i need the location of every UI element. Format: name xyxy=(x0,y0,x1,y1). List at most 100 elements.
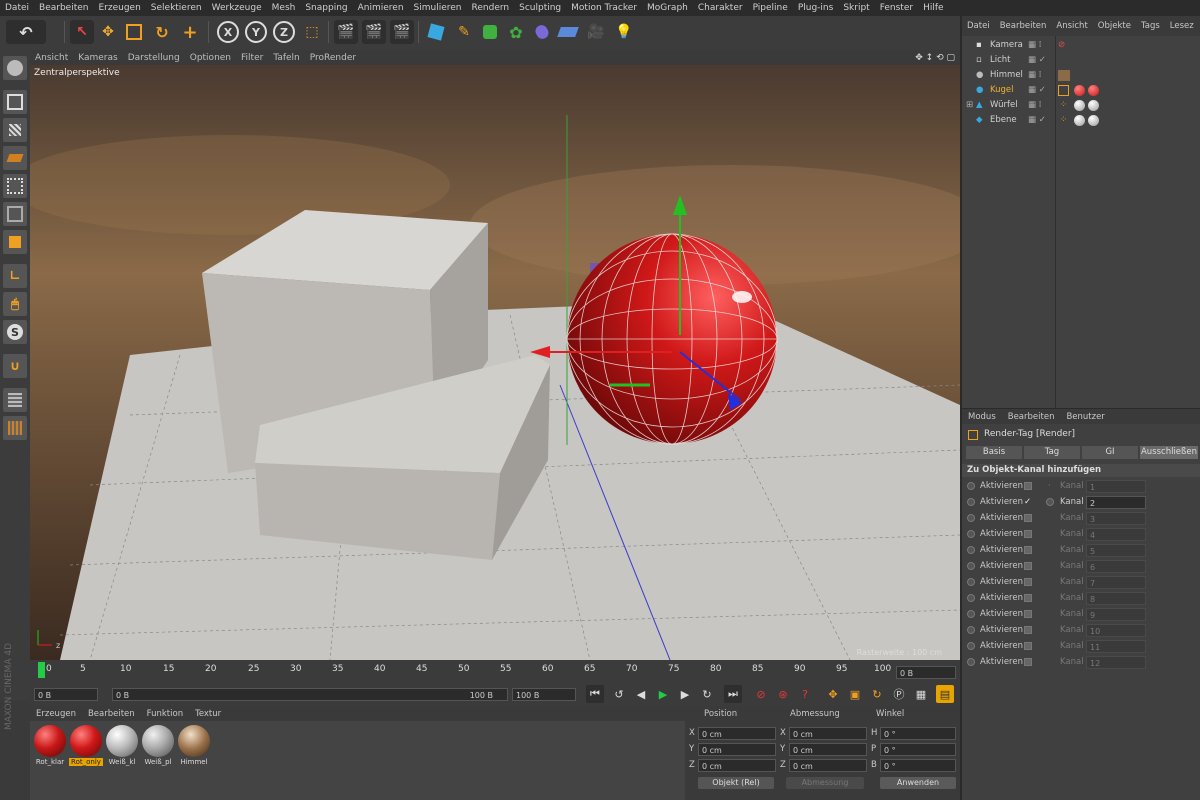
preview-range-slider[interactable]: 0 B 100 B xyxy=(112,688,508,701)
menu-plugins[interactable]: Plug-ins xyxy=(793,3,839,13)
menu-skript[interactable]: Skript xyxy=(838,3,874,13)
snapping-icon[interactable]: S xyxy=(3,320,27,344)
attribute-menu-benutzer[interactable]: Benutzer xyxy=(1060,412,1110,422)
animate-radio[interactable] xyxy=(1046,498,1054,506)
phong-tag-icon[interactable]: ⁘ xyxy=(1060,98,1067,113)
size-y-field[interactable]: 0 cm xyxy=(789,743,867,756)
current-frame-field[interactable]: 0 B xyxy=(896,666,956,679)
coordinate-mode-dropdown[interactable]: Objekt (Rel) xyxy=(698,777,774,789)
material-tag[interactable] xyxy=(1074,85,1085,96)
menu-snapping[interactable]: Snapping xyxy=(300,3,352,13)
menu-erzeugen[interactable]: Erzeugen xyxy=(93,3,145,13)
tab-basis[interactable]: Basis xyxy=(966,446,1022,459)
coordinate-system-icon[interactable]: ⬚ xyxy=(300,20,324,44)
scale-key-icon[interactable]: ▣ xyxy=(846,685,864,703)
activate-checkbox[interactable] xyxy=(1024,562,1032,570)
viewport-menu-prorender[interactable]: ProRender xyxy=(305,53,361,63)
y-axis-lock-button[interactable]: Y xyxy=(244,20,268,44)
previous-key-icon[interactable]: ↺ xyxy=(610,685,628,703)
scale-tool-icon[interactable] xyxy=(122,20,146,44)
live-selection-icon[interactable]: ↖ xyxy=(70,20,94,44)
apply-button[interactable]: Anwenden xyxy=(880,777,956,789)
object-row[interactable]: ◆ Ebene ▦ ✓ ⁘ xyxy=(962,113,1200,128)
object-menu-tags[interactable]: Tags xyxy=(1136,21,1165,31)
animate-radio[interactable] xyxy=(967,626,975,634)
viewport-nav-icon[interactable]: ✥ ↕ ⟲ ▢ xyxy=(910,53,960,63)
visibility-icon[interactable]: ▦ ✓ xyxy=(1028,83,1046,98)
play-icon[interactable]: ▶ xyxy=(654,685,672,703)
array-icon[interactable]: ✿ xyxy=(504,20,528,44)
phong-tag-icon[interactable]: ⁘ xyxy=(1060,113,1067,128)
rotation-b-field[interactable]: 0 ° xyxy=(880,759,956,772)
object-row[interactable]: ▫ Licht ▦ ✓ xyxy=(962,53,1200,68)
menu-fenster[interactable]: Fenster xyxy=(875,3,918,13)
visibility-icon[interactable]: ▦ ✓ xyxy=(1028,113,1046,128)
timeline-window-icon[interactable]: ▤ xyxy=(936,685,954,703)
tab-tag[interactable]: Tag xyxy=(1024,446,1080,459)
material-tag[interactable] xyxy=(1088,115,1099,126)
channel-field[interactable]: 4 xyxy=(1086,528,1146,541)
object-menu-bearbeiten[interactable]: Bearbeiten xyxy=(995,21,1052,31)
channel-field[interactable]: 2 xyxy=(1086,496,1146,509)
channel-field[interactable]: 10 xyxy=(1086,624,1146,637)
pen-spline-icon[interactable]: ✎ xyxy=(452,20,476,44)
visibility-icon[interactable]: ▦ ⁞ xyxy=(1028,38,1041,53)
material-tag[interactable] xyxy=(1088,100,1099,111)
activate-checkbox[interactable] xyxy=(1024,514,1032,522)
deformer-icon[interactable] xyxy=(530,20,554,44)
object-menu-lesezeichen[interactable]: Lesez xyxy=(1165,21,1199,31)
position-x-field[interactable]: 0 cm xyxy=(698,727,776,740)
object-menu-objekte[interactable]: Objekte xyxy=(1093,21,1136,31)
animate-radio[interactable] xyxy=(967,642,975,650)
menu-bearbeiten[interactable]: Bearbeiten xyxy=(34,3,93,13)
viewport-menu-darstellung[interactable]: Darstellung xyxy=(123,53,185,63)
channel-field[interactable]: 11 xyxy=(1086,640,1146,653)
material-tag[interactable] xyxy=(1088,85,1099,96)
menu-rendern[interactable]: Rendern xyxy=(467,3,515,13)
animate-radio[interactable] xyxy=(967,514,975,522)
object-row[interactable]: ⊞ ▲ Würfel ▦ ⁞ ⁘ xyxy=(962,98,1200,113)
workplane-lock-icon[interactable] xyxy=(3,388,27,412)
3d-viewport[interactable]: z Zentralperspektive Rasterweite : 100 c… xyxy=(30,65,960,660)
magnet-icon[interactable]: ∪ xyxy=(3,354,27,378)
sky-material-tag[interactable] xyxy=(1058,70,1070,81)
activate-checkbox[interactable] xyxy=(1024,594,1032,602)
render-tag-icon[interactable] xyxy=(1058,85,1069,96)
activate-checkbox[interactable] xyxy=(1024,546,1032,554)
channel-field[interactable]: 5 xyxy=(1086,544,1146,557)
material-swatch[interactable]: Rot_klar xyxy=(33,725,67,766)
activate-checkbox[interactable] xyxy=(1024,578,1032,586)
z-axis-lock-button[interactable]: Z xyxy=(272,20,296,44)
viewport-menu-tafeln[interactable]: Tafeln xyxy=(268,53,304,63)
position-z-field[interactable]: 0 cm xyxy=(698,759,776,772)
rotation-key-icon[interactable]: ↻ xyxy=(868,685,886,703)
expand-icon[interactable]: ⊞ xyxy=(966,98,973,113)
menu-pipeline[interactable]: Pipeline xyxy=(748,3,793,13)
go-to-start-icon[interactable]: ⏮ xyxy=(586,685,604,703)
object-menu-ansicht[interactable]: Ansicht xyxy=(1051,21,1092,31)
material-swatch[interactable]: Himmel xyxy=(177,725,211,766)
channel-field[interactable]: 8 xyxy=(1086,592,1146,605)
attribute-menu-bearbeiten[interactable]: Bearbeiten xyxy=(1002,412,1061,422)
workplane-align-icon[interactable] xyxy=(3,416,27,440)
parameter-key-icon[interactable]: Ⓟ xyxy=(890,685,908,703)
position-key-icon[interactable]: ✥ xyxy=(824,685,842,703)
material-menu-bearbeiten[interactable]: Bearbeiten xyxy=(82,709,141,719)
next-frame-icon[interactable]: ▶ xyxy=(676,685,694,703)
model-mode-icon[interactable] xyxy=(3,90,27,114)
animate-radio[interactable] xyxy=(967,498,975,506)
channel-field[interactable]: 6 xyxy=(1086,560,1146,573)
visibility-icon[interactable]: ▦ ⁞ xyxy=(1028,68,1041,83)
animate-radio[interactable] xyxy=(967,482,975,490)
make-editable-icon[interactable] xyxy=(3,56,27,80)
activate-checkbox[interactable] xyxy=(1024,610,1032,618)
material-swatch[interactable]: Weiß_pl xyxy=(141,725,175,766)
viewport-menu-optionen[interactable]: Optionen xyxy=(185,53,236,63)
menu-simulieren[interactable]: Simulieren xyxy=(409,3,467,13)
channel-field[interactable]: 7 xyxy=(1086,576,1146,589)
points-mode-icon[interactable] xyxy=(3,174,27,198)
rotation-p-field[interactable]: 0 ° xyxy=(880,743,956,756)
texture-mode-icon[interactable] xyxy=(3,118,27,142)
camera-object-icon[interactable]: 🎥 xyxy=(584,20,608,44)
position-y-field[interactable]: 0 cm xyxy=(698,743,776,756)
